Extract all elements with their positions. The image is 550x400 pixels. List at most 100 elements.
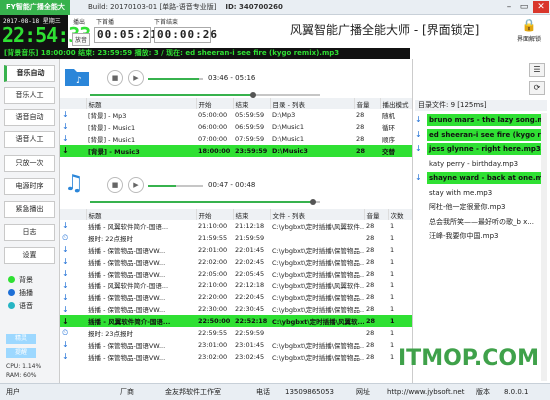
table-row[interactable]: ↓ 插播 - 风翼软件简介-国语... 22:50:00 22:52:18 C:\ybg… bbox=[60, 315, 412, 328]
list-item[interactable]: bruno mars - the lazy song.m... bbox=[427, 114, 547, 126]
table-row[interactable]: ↓ 插播 - 保管物品-国语VW... 23:02:00 23:02:45 C:\ybg… bbox=[60, 351, 412, 363]
blank-icon bbox=[415, 187, 423, 199]
table-cell: 21:59:55 bbox=[198, 233, 228, 242]
download-arrow-icon: ↓ bbox=[415, 173, 422, 182]
list-item[interactable]: shayne ward - back at one.mp3 bbox=[427, 172, 547, 184]
list-item[interactable]: 阿杜-他一定很爱你.mp3 bbox=[427, 201, 547, 213]
table-row[interactable]: ⏲ 报时: 22点报时 21:59:55 21:59:59 28 1 bbox=[60, 232, 412, 244]
reminder-button[interactable]: 提醒 bbox=[6, 348, 36, 358]
table-cell: 06:00:00 bbox=[198, 122, 228, 131]
table-cell: 22:30:45 bbox=[235, 305, 265, 314]
sidebar-item-power-sequence[interactable]: 电源时序 bbox=[4, 178, 55, 195]
list-item[interactable]: stay with me.mp3 bbox=[427, 187, 547, 199]
voice-schedule-table: 标题 开始 结束 文件 - 列表 音量 次数 ↓ 插播 - 风翼软件简介-国语... 21:1… bbox=[60, 209, 413, 363]
music-volume-track[interactable] bbox=[148, 78, 203, 80]
table-row[interactable]: ↓ 插播 - 保管物品-国语VW... 22:05:00 22:05:45 C:\ybg… bbox=[60, 268, 412, 280]
clock-panel: 2017-08-18 星期三 22:54:33 bbox=[0, 15, 91, 48]
table-cell: 插播 - 风翼软件简介-国语... bbox=[88, 282, 169, 291]
table-cell: 05:00:00 bbox=[198, 110, 228, 119]
voice-header-2[interactable]: 开始 bbox=[196, 209, 234, 220]
now-playing-marquee: [背景音乐] 18:00:00 结束: 23:59:59 播放: 3 / 现在:… bbox=[0, 48, 410, 59]
voice-header-6[interactable]: 次数 bbox=[388, 209, 413, 220]
voice-header-4[interactable]: 文件 - 列表 bbox=[270, 209, 365, 220]
music-progress-track[interactable] bbox=[90, 94, 320, 96]
sprite-button[interactable]: 精灵 bbox=[6, 334, 36, 344]
table-cell: 28 bbox=[356, 134, 365, 143]
music-header-3[interactable]: 结束 bbox=[233, 98, 271, 109]
download-arrow-icon: ↓ bbox=[62, 352, 69, 362]
table-row[interactable]: ⏲ 报时: 23点报时 22:59:55 22:59:59 28 1 bbox=[60, 327, 412, 339]
file-list-scrollbar[interactable] bbox=[541, 113, 547, 381]
table-cell: 1 bbox=[390, 233, 395, 242]
music-time: 03:46 - 05:16 bbox=[208, 74, 256, 82]
table-cell: 28 bbox=[366, 293, 375, 302]
table-cell: [背景] - Mp3 bbox=[88, 111, 127, 120]
table-row[interactable]: ↓ [背景] - Music1 06:00:00 06:59:59 D:\Music1 2… bbox=[60, 121, 412, 133]
voice-progress-knob[interactable] bbox=[310, 199, 317, 205]
refresh-icon[interactable]: ⟳ bbox=[529, 81, 545, 95]
table-cell: 插播 - 保管物品-国语VW... bbox=[88, 306, 166, 315]
table-cell: 18:00:00 bbox=[196, 144, 233, 157]
music-header-1[interactable]: 标题 bbox=[86, 98, 197, 109]
music-volume-fill bbox=[148, 78, 199, 80]
table-cell: 1 bbox=[390, 281, 395, 290]
music-header-6[interactable]: 播出模式 bbox=[380, 98, 413, 109]
table-row[interactable]: ↓ 插播 - 保管物品-国语VW... 22:30:00 22:30:45 C:\ybg… bbox=[60, 303, 412, 315]
voice-volume-track[interactable] bbox=[148, 185, 203, 187]
sidebar-item-music-manual[interactable]: 音乐人工 bbox=[4, 87, 55, 104]
status-site[interactable]: http://www.jybsoft.net bbox=[387, 384, 464, 400]
music-player: ♪ ■ ▶ 03:46 - 05:16 bbox=[60, 61, 410, 98]
voice-progress-track[interactable] bbox=[90, 201, 320, 203]
music-header-5[interactable]: 音量 bbox=[354, 98, 381, 109]
status-vendor-label: 厂商 bbox=[120, 388, 134, 396]
end-label: 下首结束 bbox=[154, 19, 179, 26]
list-item[interactable]: 汪峰-我要你中国.mp3 bbox=[427, 230, 547, 242]
legend-dot-insert bbox=[8, 289, 15, 296]
table-cell: C:\ybgbxt\定时插播\风翼软件... bbox=[272, 282, 364, 291]
sidebar-item-voice-manual[interactable]: 语音人工 bbox=[4, 131, 55, 148]
sidebar-item-settings[interactable]: 设置 bbox=[4, 247, 55, 264]
table-row[interactable]: ↓ 插播 - 保管物品-国语VW... 22:01:00 22:01:45 C:\ybg… bbox=[60, 244, 412, 256]
table-row[interactable]: ↓ 插播 - 保管物品-国语VW... 22:02:00 22:02:45 C:\ybg… bbox=[60, 256, 412, 268]
table-row[interactable]: ↓ 插播 - 保管物品-国语VW... 22:20:00 22:20:45 C:\ybg… bbox=[60, 291, 412, 303]
voice-play-button[interactable]: ▶ bbox=[128, 177, 144, 193]
table-row[interactable]: ↓ 插播 - 风翼软件简介-国语... 22:10:00 22:12:18 C:\ybg… bbox=[60, 279, 412, 291]
voice-header-1[interactable]: 标题 bbox=[86, 209, 197, 220]
table-row[interactable]: ↓ [背景] - Music3 18:00:00 23:59:59 D:\Music3 2… bbox=[60, 144, 412, 157]
table-cell: 28 bbox=[366, 245, 375, 254]
table-cell: 23:01:45 bbox=[235, 340, 265, 349]
voice-header-5[interactable]: 音量 bbox=[364, 209, 389, 220]
table-cell: 28 bbox=[366, 281, 375, 290]
sidebar-item-play-once[interactable]: 只放一次 bbox=[4, 155, 55, 172]
table-row[interactable]: ↓ [背景] - Mp3 05:00:00 05:59:59 D:\Mp3 28 随机 bbox=[60, 109, 412, 121]
sidebar-item-voice-auto[interactable]: 语音自动 bbox=[4, 109, 55, 126]
table-row[interactable]: ↓ 插播 - 风翼软件简介-国语... 21:10:00 21:12:18 C:\ybg… bbox=[60, 220, 412, 232]
sidebar-item-emergency[interactable]: 紧急播出 bbox=[4, 201, 55, 218]
sidebar-item-music-auto[interactable]: 音乐自动 bbox=[4, 65, 55, 82]
table-cell: 插播 - 保管物品-国语VW... bbox=[88, 341, 166, 350]
list-icon[interactable]: ☰ bbox=[529, 63, 545, 77]
list-item[interactable]: katy perry - birthday.mp3 bbox=[427, 158, 547, 170]
list-item[interactable]: jess glynne - right here.mp3 bbox=[427, 143, 547, 155]
voice-header-0[interactable] bbox=[60, 209, 87, 220]
table-row[interactable]: ↓ 插播 - 保管物品-国语VW... 23:01:00 23:01:45 C:\ybg… bbox=[60, 339, 412, 351]
list-item[interactable]: ed sheeran-i see fire (kygo re... bbox=[427, 128, 547, 141]
stop-button[interactable]: ■ bbox=[107, 70, 123, 86]
table-row[interactable]: ↓ [背景] - Music1 07:00:00 07:59:59 D:\Music1 2… bbox=[60, 133, 412, 145]
music-header-4[interactable]: 目录 - 列表 bbox=[270, 98, 355, 109]
table-cell: C:\ybgbxt\定时插播\保管物品... bbox=[272, 341, 364, 350]
close-icon[interactable]: ✕ bbox=[533, 1, 549, 13]
play-button[interactable]: ▶ bbox=[128, 70, 144, 86]
table-cell: 28 bbox=[366, 269, 375, 278]
list-item[interactable]: 总会我所笑——最好听の歌_b x... bbox=[427, 216, 547, 228]
voice-header-3[interactable]: 结束 bbox=[233, 209, 271, 220]
unlock-button[interactable]: 🔒 界面解锁 bbox=[512, 16, 546, 48]
sidebar-item-log[interactable]: 日志 bbox=[4, 224, 55, 241]
download-arrow-icon: ↓ bbox=[62, 280, 69, 290]
music-header-0[interactable] bbox=[60, 98, 87, 109]
voice-stop-button[interactable]: ■ bbox=[107, 177, 123, 193]
minimize-icon[interactable]: – bbox=[502, 1, 516, 13]
maximize-icon[interactable]: ▭ bbox=[517, 1, 531, 13]
music-header-2[interactable]: 开始 bbox=[196, 98, 234, 109]
table-cell: 报时: 23点报时 bbox=[88, 329, 134, 338]
